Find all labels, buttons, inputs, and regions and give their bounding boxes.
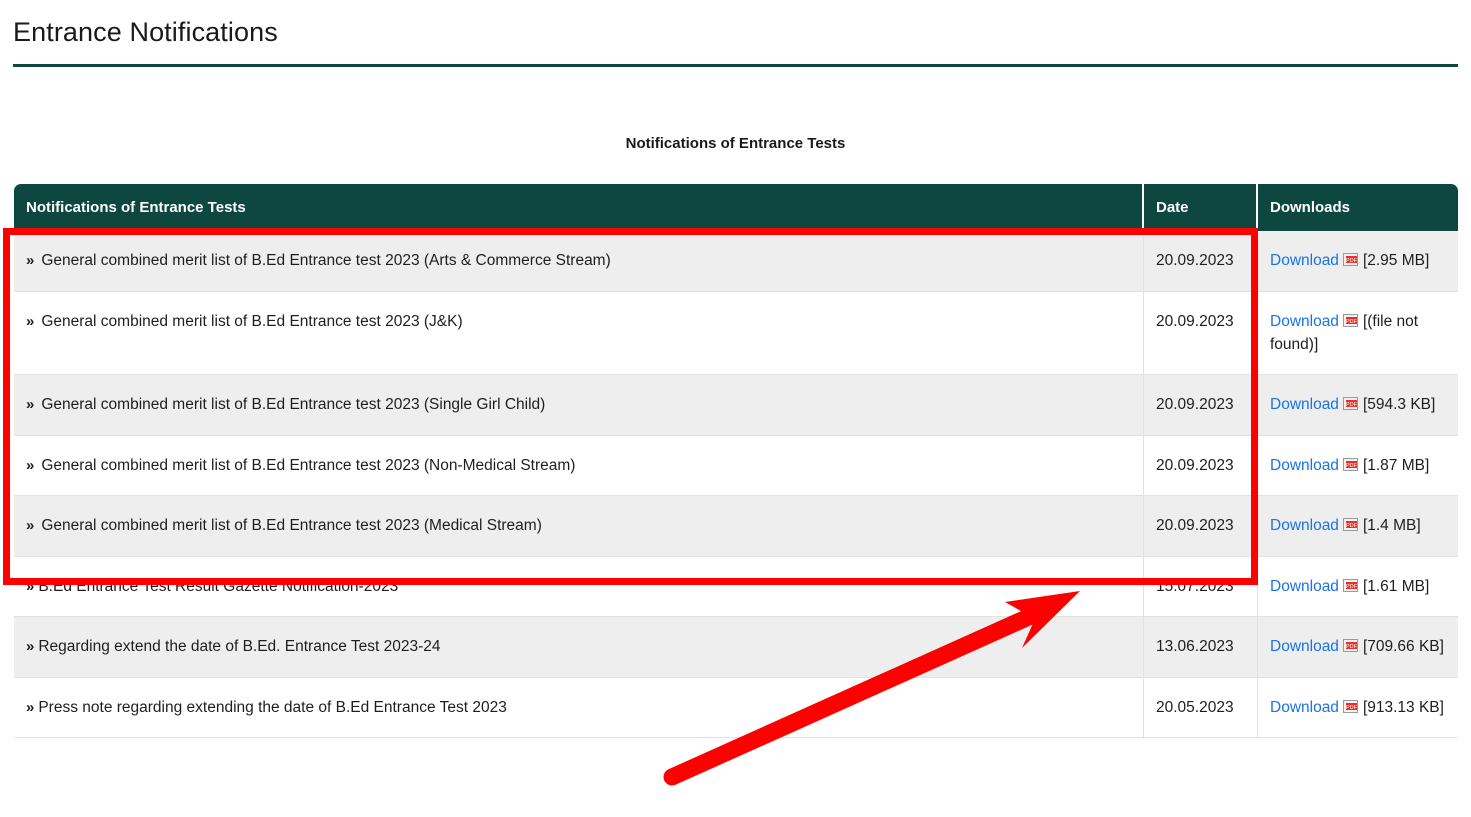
file-size-label: [1.87 MB]	[1362, 456, 1430, 474]
file-size-label: [1.4 MB]	[1362, 517, 1421, 534]
notifications-table-container: Notifications of Entrance Tests Date Dow…	[14, 184, 1458, 738]
table-body: » General combined merit list of B.Ed Ent…	[14, 231, 1458, 738]
notification-date-cell: 13.06.2023	[1144, 617, 1258, 678]
notification-title-label: B.Ed Entrance Test Result Gazette Notifi…	[38, 577, 399, 595]
notification-download-cell: Download PDF [913.13 KB]	[1258, 677, 1458, 738]
svg-text:PDF: PDF	[1346, 705, 1358, 711]
table-header-row: Notifications of Entrance Tests Date Dow…	[14, 184, 1458, 231]
file-size-label: [594.3 KB]	[1362, 396, 1436, 413]
table-row[interactable]: » General combined merit list of B.Ed Ent…	[14, 435, 1458, 496]
notification-title-label: General combined merit list of B.Ed Entr…	[41, 252, 611, 269]
notification-download-cell: Download PDF [(file not found)]	[1258, 291, 1458, 375]
table-row[interactable]: » General combined merit list of B.Ed Ent…	[14, 231, 1458, 292]
file-size-label: [913.13 KB]	[1362, 698, 1444, 716]
notification-date-cell: 20.05.2023	[1144, 677, 1258, 738]
notification-title-label: General combined merit list of B.Ed Entr…	[41, 456, 576, 474]
notification-download-cell: Download PDF [1.87 MB]	[1258, 435, 1458, 496]
notification-title-cell[interactable]: » General combined merit list of B.Ed Ent…	[14, 231, 1144, 292]
download-link[interactable]: Download	[1270, 699, 1339, 716]
download-link[interactable]: Download	[1270, 313, 1339, 330]
chevron-double-right-icon: »	[26, 312, 35, 330]
file-size-label: [709.66 KB]	[1362, 638, 1444, 655]
notification-date-cell: 20.09.2023	[1144, 435, 1258, 496]
download-link[interactable]: Download	[1270, 517, 1339, 534]
notification-download-cell: Download PDF [1.4 MB]	[1258, 496, 1458, 557]
pdf-icon: PDF	[1342, 518, 1358, 531]
notification-title-cell[interactable]: » General combined merit list of B.Ed Ent…	[14, 496, 1144, 557]
svg-text:PDF: PDF	[1346, 258, 1358, 264]
pdf-icon: PDF	[1342, 397, 1358, 410]
download-link[interactable]: Download	[1270, 252, 1339, 269]
notification-title-cell[interactable]: » Press note regarding extending the date…	[14, 677, 1144, 738]
download-link[interactable]: Download	[1270, 578, 1339, 595]
svg-text:PDF: PDF	[1346, 644, 1358, 650]
notification-date-cell: 20.09.2023	[1144, 375, 1258, 436]
title-divider	[13, 64, 1458, 67]
notification-title-cell[interactable]: » General combined merit list of B.Ed Ent…	[14, 435, 1144, 496]
chevron-double-right-icon: »	[26, 517, 35, 534]
notification-date-cell: 20.09.2023	[1144, 291, 1258, 375]
chevron-double-right-icon: »	[26, 252, 35, 269]
svg-text:PDF: PDF	[1346, 584, 1358, 590]
notification-title-cell[interactable]: » B.Ed Entrance Test Result Gazette Notif…	[14, 556, 1144, 617]
page-title: Entrance Notifications	[13, 17, 278, 47]
notification-title-cell[interactable]: » General combined merit list of B.Ed Ent…	[14, 291, 1144, 375]
notification-download-cell: Download PDF [594.3 KB]	[1258, 375, 1458, 436]
notification-title-label: General combined merit list of B.Ed Entr…	[41, 312, 463, 330]
chevron-double-right-icon: »	[26, 456, 35, 474]
svg-text:PDF: PDF	[1346, 463, 1358, 469]
chevron-double-right-icon: »	[26, 577, 35, 595]
table-row[interactable]: » General combined merit list of B.Ed Ent…	[14, 496, 1458, 557]
notifications-table: Notifications of Entrance Tests Date Dow…	[14, 184, 1458, 738]
table-header: Notifications of Entrance Tests Date Dow…	[14, 184, 1458, 231]
download-link[interactable]: Download	[1270, 457, 1339, 474]
page-root: Entrance Notifications Notifications of …	[0, 0, 1471, 817]
notification-title-cell[interactable]: » General combined merit list of B.Ed Ent…	[14, 375, 1144, 436]
pdf-icon: PDF	[1342, 578, 1358, 592]
notification-title-label: Press note regarding extending the date …	[38, 698, 507, 716]
svg-text:PDF: PDF	[1346, 319, 1358, 325]
download-link[interactable]: Download	[1270, 638, 1339, 655]
table-row[interactable]: » General combined merit list of B.Ed Ent…	[14, 375, 1458, 436]
column-header-date: Date	[1144, 184, 1258, 231]
chevron-double-right-icon: »	[26, 396, 35, 413]
notification-title-label: General combined merit list of B.Ed Entr…	[41, 396, 546, 413]
pdf-icon: PDF	[1342, 457, 1358, 471]
notification-title-label: Regarding extend the date of B.Ed. Entra…	[38, 638, 441, 655]
file-size-label: [1.61 MB]	[1362, 577, 1430, 595]
notification-title-cell[interactable]: » Regarding extend the date of B.Ed. Entr…	[14, 617, 1144, 678]
table-caption: Notifications of Entrance Tests	[625, 135, 846, 152]
notification-title-label: General combined merit list of B.Ed Entr…	[41, 517, 542, 534]
table-row[interactable]: » Press note regarding extending the date…	[14, 677, 1458, 738]
pdf-icon: PDF	[1342, 313, 1358, 327]
table-row[interactable]: » General combined merit list of B.Ed Ent…	[14, 291, 1458, 375]
download-link[interactable]: Download	[1270, 396, 1339, 413]
file-size-label: [2.95 MB]	[1362, 252, 1430, 269]
notification-download-cell: Download PDF [2.95 MB]	[1258, 231, 1458, 292]
svg-text:PDF: PDF	[1346, 523, 1358, 529]
table-row[interactable]: » B.Ed Entrance Test Result Gazette Notif…	[14, 556, 1458, 617]
table-row[interactable]: » Regarding extend the date of B.Ed. Entr…	[14, 617, 1458, 678]
notification-date-cell: 20.09.2023	[1144, 231, 1258, 292]
pdf-icon: PDF	[1342, 639, 1358, 652]
column-header-notifications: Notifications of Entrance Tests	[14, 184, 1144, 231]
svg-text:PDF: PDF	[1346, 402, 1358, 408]
notification-date-cell: 20.09.2023	[1144, 496, 1258, 557]
chevron-double-right-icon: »	[26, 698, 35, 716]
chevron-double-right-icon: »	[26, 638, 35, 655]
column-header-downloads: Downloads	[1258, 184, 1458, 231]
notification-download-cell: Download PDF [1.61 MB]	[1258, 556, 1458, 617]
pdf-icon: PDF	[1342, 699, 1358, 713]
notification-download-cell: Download PDF [709.66 KB]	[1258, 617, 1458, 678]
pdf-icon: PDF	[1342, 253, 1358, 266]
notification-date-cell: 15.07.2023	[1144, 556, 1258, 617]
